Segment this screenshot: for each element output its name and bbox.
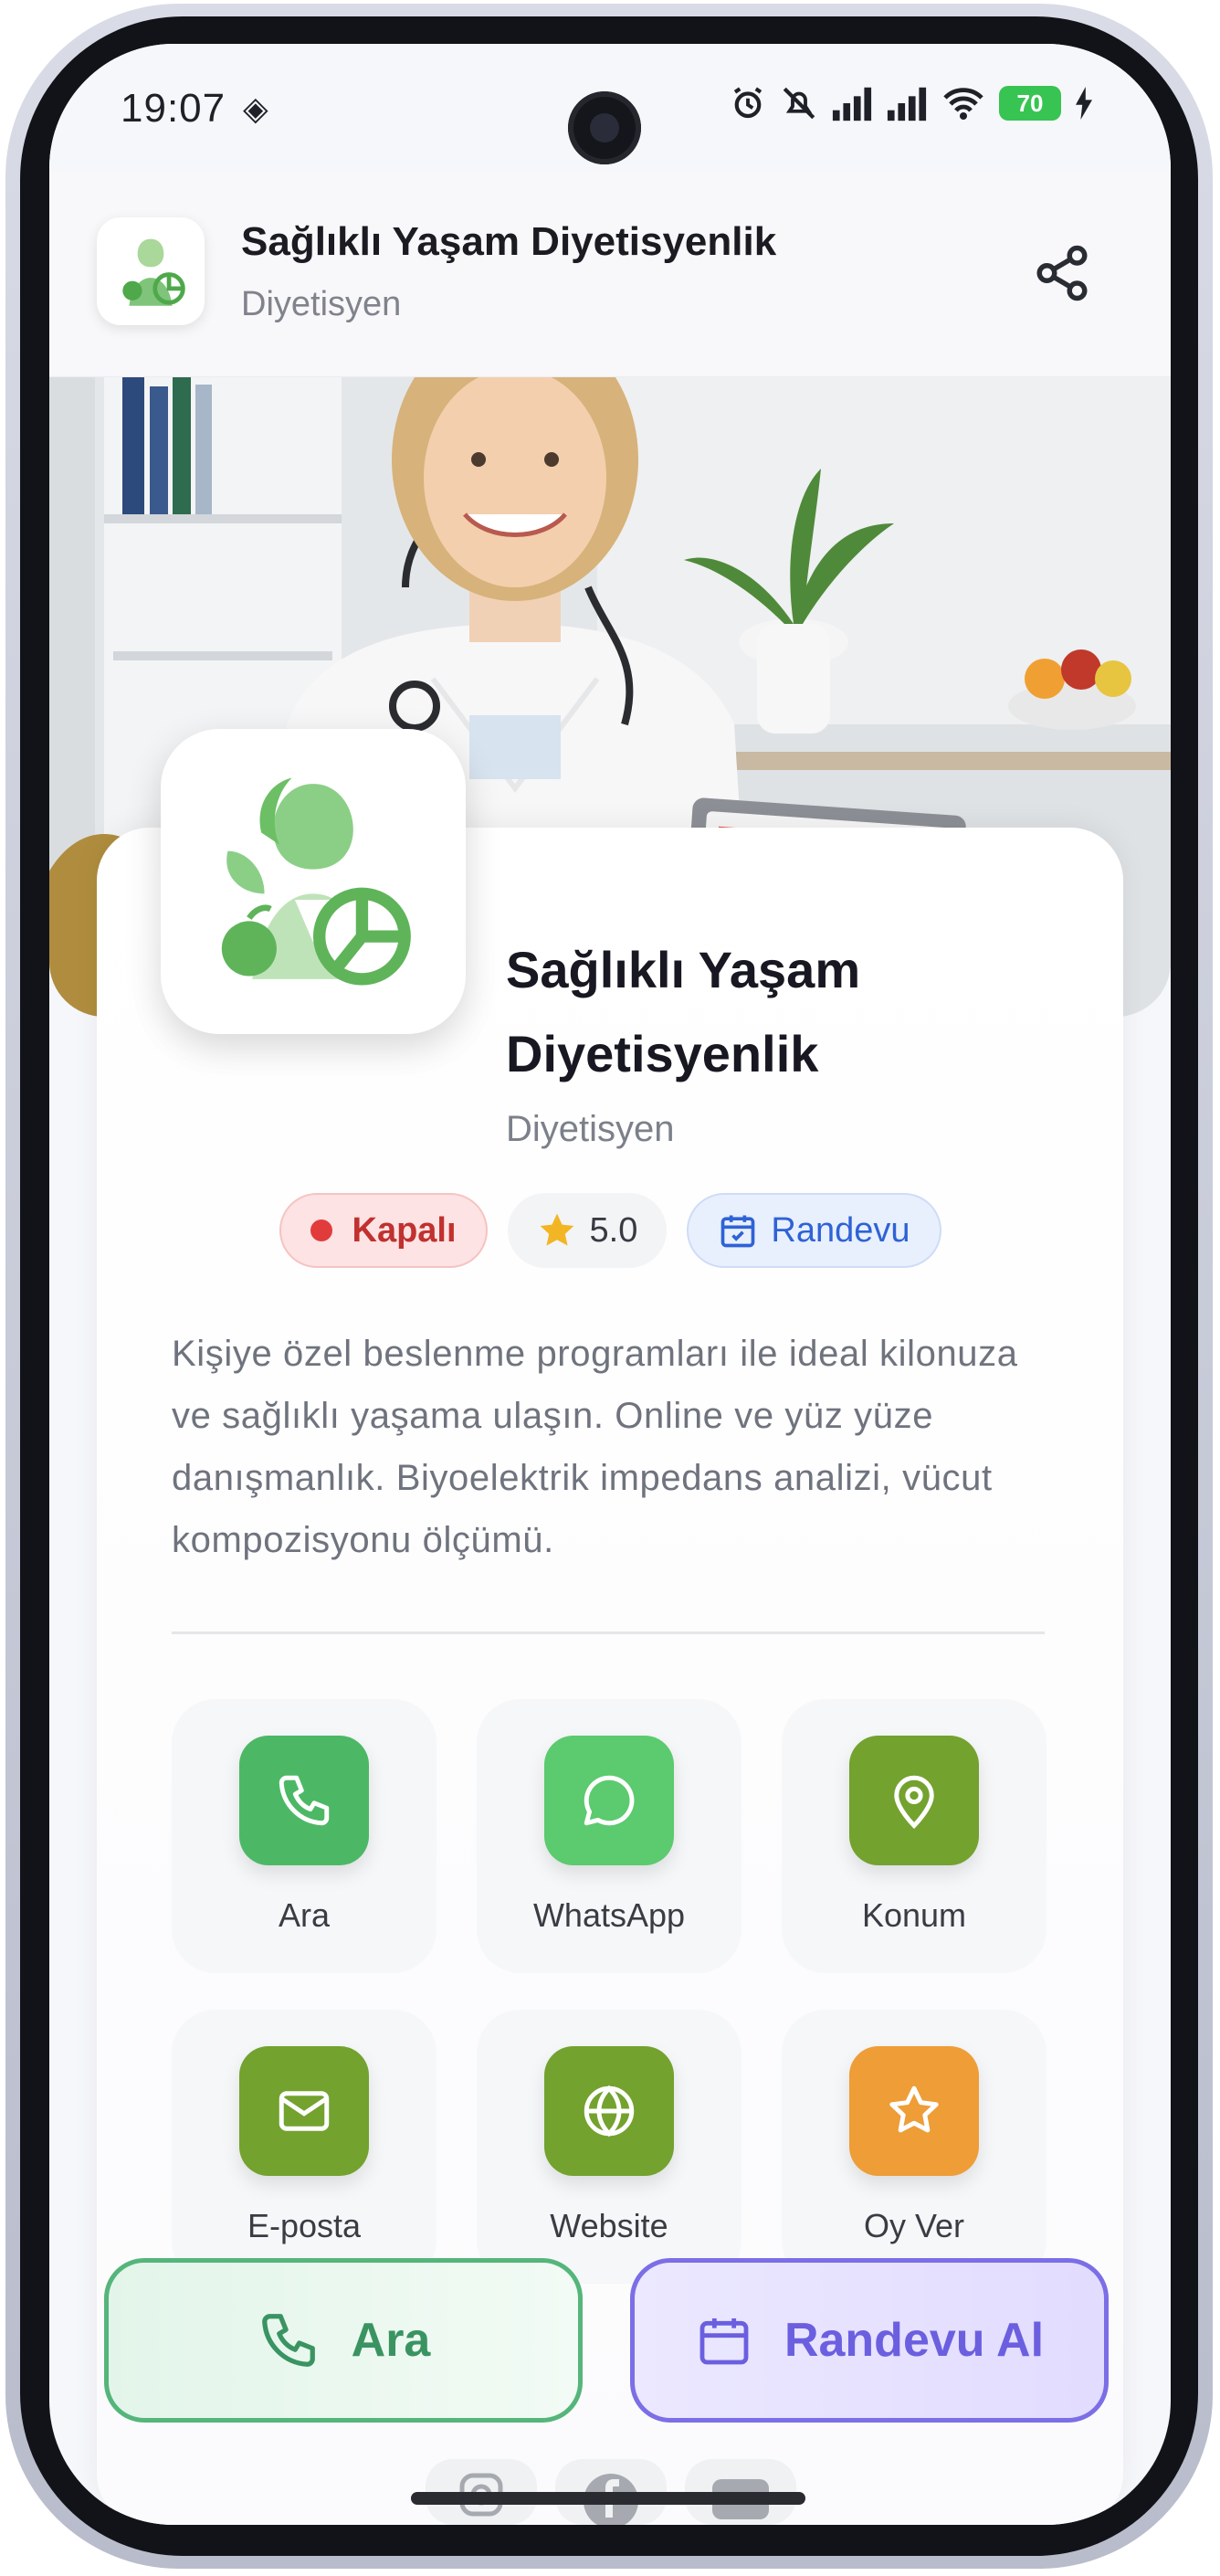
action-email[interactable]: E-posta <box>172 2010 436 2284</box>
action-call[interactable]: Ara <box>172 1699 436 1973</box>
business-description: Kişiye özel beslenme programları ile ide… <box>172 1334 1018 1560</box>
status-bar: 19:07 ◈ 70 <box>49 44 1171 172</box>
header-subtitle: Diyetisyen <box>241 285 402 323</box>
action-whatsapp[interactable]: WhatsApp <box>477 1699 741 1973</box>
business-name: Sağlıklı Yaşam Diyetisyenlik <box>506 928 1090 1096</box>
book-appointment-button[interactable]: Randevu Al <box>630 2258 1109 2423</box>
action-email-icon-box <box>239 2046 369 2176</box>
dietitian-logo-icon <box>122 238 185 306</box>
header-title: Sağlıklı Yaşam Diyetisyenlik <box>241 219 777 264</box>
action-whatsapp-label: WhatsApp <box>532 1896 686 1934</box>
rating-value: 5.0 <box>589 1210 638 1250</box>
mail-icon <box>279 2091 330 2131</box>
action-rate[interactable]: Oy Ver <box>782 2010 1046 2284</box>
action-website-label: Website <box>550 2207 668 2244</box>
book-appointment-label: Randevu Al <box>784 2314 1045 2367</box>
share-button[interactable] <box>1032 243 1092 303</box>
chat-bubble-icon <box>584 1775 635 1826</box>
phone-icon <box>279 1775 330 1826</box>
globe-icon <box>584 2085 635 2138</box>
dietitian-logo-icon <box>221 777 411 986</box>
phone-icon <box>261 2314 315 2367</box>
action-location[interactable]: Konum <box>782 1699 1046 1973</box>
action-rate-icon-box <box>849 2046 979 2176</box>
star-filled-icon <box>540 1213 573 1246</box>
network-diamond-icon: ◈ <box>243 90 268 127</box>
appointment-badge[interactable]: Randevu <box>687 1193 941 1268</box>
business-logo-small <box>97 217 205 325</box>
star-icon <box>889 2085 939 2133</box>
share-icon <box>1036 245 1088 301</box>
business-name-line-2: Diyetisyenlik <box>506 1025 819 1082</box>
bell-muted-icon <box>783 87 815 120</box>
app-header: Sağlıklı Yaşam Diyetisyenlik Diyetisyen <box>49 172 1171 377</box>
call-button[interactable]: Ara <box>104 2258 583 2423</box>
wifi-icon <box>943 88 983 120</box>
action-whatsapp-icon-box <box>544 1736 674 1865</box>
front-camera <box>568 91 641 164</box>
charging-bolt-icon <box>1076 87 1092 120</box>
signal-1-icon <box>832 87 872 121</box>
calendar-check-icon <box>721 1215 755 1248</box>
signal-2-icon <box>887 87 927 121</box>
home-indicator[interactable] <box>411 2492 805 2505</box>
action-location-label: Konum <box>861 1896 967 1934</box>
action-email-label: E-posta <box>247 2207 362 2244</box>
business-name-line-1: Sağlıklı Yaşam <box>506 941 861 998</box>
action-call-label: Ara <box>278 1896 331 1934</box>
call-button-label: Ara <box>351 2314 431 2367</box>
action-rate-label: Oy Ver <box>863 2207 965 2244</box>
closed-dot-icon <box>310 1219 332 1241</box>
status-badge: Kapalı <box>279 1193 488 1268</box>
action-location-icon-box <box>849 1736 979 1865</box>
action-website[interactable]: Website <box>477 2010 741 2284</box>
section-divider <box>172 1631 1045 1634</box>
action-call-icon-box <box>239 1736 369 1865</box>
business-category: Diyetisyen <box>506 1109 675 1149</box>
business-logo-large <box>161 729 466 1034</box>
battery-icon: 70 <box>999 86 1061 121</box>
badge-row: Kapalı 5.0 Randevu <box>49 1193 1171 1268</box>
device-frame: 19:07 ◈ 70 Sağlıklı Yaşam Diyetisyenlik … <box>0 0 1220 2576</box>
status-time: 19:07 <box>121 86 226 131</box>
status-badge-label: Kapalı <box>352 1210 457 1250</box>
rating-badge[interactable]: 5.0 <box>507 1193 668 1268</box>
calendar-icon <box>699 2318 749 2365</box>
status-icons: 70 <box>729 84 1094 122</box>
alarm-icon <box>733 87 762 119</box>
social-links <box>49 2455 1171 2525</box>
action-website-icon-box <box>544 2046 674 2176</box>
map-pin-icon <box>894 1775 934 1830</box>
appointment-badge-label: Randevu <box>771 1210 910 1250</box>
phone-screen: 19:07 ◈ 70 Sağlıklı Yaşam Diyetisyenlik … <box>49 44 1171 2525</box>
